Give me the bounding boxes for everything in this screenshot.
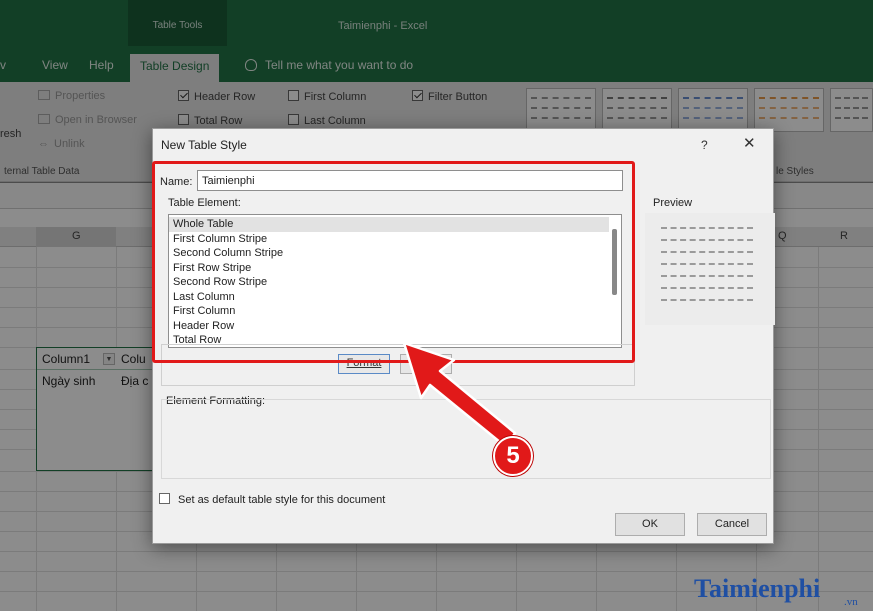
set-default-checkbox[interactable]: Set as default table style for this docu…	[159, 493, 385, 506]
ok-button[interactable]: OK	[615, 513, 685, 536]
close-icon[interactable]: ✕	[743, 134, 756, 152]
checkbox-icon	[159, 493, 170, 504]
dialog-title: New Table Style	[161, 138, 247, 152]
element-formatting-box	[161, 399, 771, 479]
help-button[interactable]: ?	[701, 138, 708, 152]
highlight-frame	[152, 161, 635, 363]
watermark-logo: Taimienphi .vn	[694, 574, 858, 608]
preview-label: Preview	[653, 197, 693, 209]
style-preview	[645, 213, 775, 325]
set-default-label: Set as default table style for this docu…	[178, 494, 386, 506]
cancel-button[interactable]: Cancel	[697, 513, 767, 536]
step-number-badge: 5	[493, 436, 533, 476]
